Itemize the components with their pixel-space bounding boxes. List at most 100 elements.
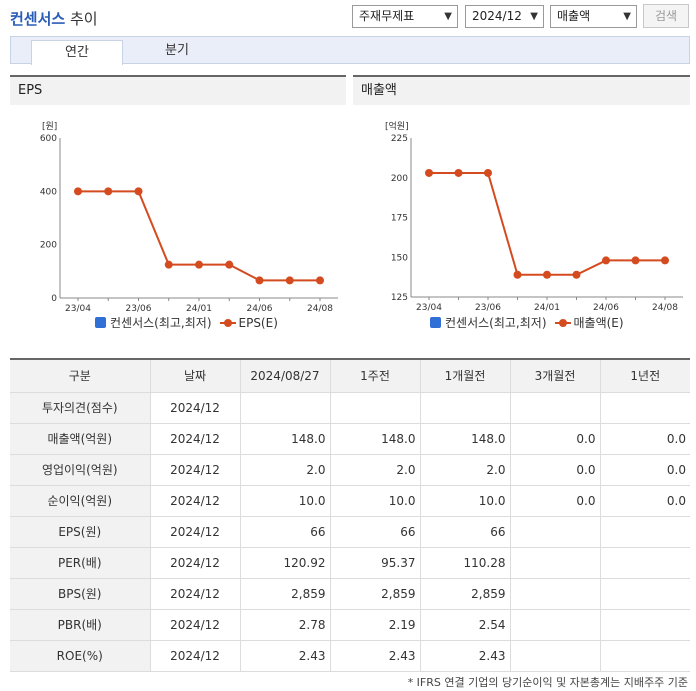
table-cell — [509, 516, 600, 548]
table-cell: 2.43 — [329, 640, 420, 672]
table-cell: 2024/12 — [149, 578, 240, 610]
y-tick-label: 0 — [51, 294, 57, 304]
column-header: 날짜 — [149, 358, 240, 393]
table-row: 순이익(억원) 2024/12 10.0 10.0 10.0 0.0 0.0 — [10, 485, 690, 517]
period-tabs: 연간 분기 — [10, 36, 690, 65]
table-cell: 2.19 — [329, 609, 420, 641]
x-tick-label: 23/04 — [416, 303, 442, 312]
period-select[interactable]: 2024/12 ▼ — [465, 5, 544, 28]
y-tick-label: 600 — [40, 134, 57, 144]
table-row: PBR(배) 2024/12 2.78 2.19 2.54 — [10, 609, 690, 641]
data-point — [134, 187, 143, 196]
data-point — [225, 260, 234, 269]
column-header: 3개월전 — [509, 358, 600, 393]
y-tick-label: 400 — [40, 187, 57, 197]
column-header: 2024/08/27 — [239, 358, 330, 393]
tab-quarterly[interactable]: 분기 — [131, 37, 223, 64]
data-point — [74, 187, 82, 196]
data-point — [255, 276, 264, 285]
table-cell: 66 — [239, 516, 330, 548]
x-tick-label: 24/01 — [534, 303, 560, 312]
x-tick-label: 23/06 — [126, 304, 152, 312]
table-cell: 66 — [329, 516, 420, 548]
table-cell: 0.0 — [599, 454, 690, 486]
series-line — [429, 171, 665, 276]
financial-statement-select[interactable]: 주재무제표 ▼ — [352, 5, 458, 28]
table-cell: 148.0 — [329, 423, 420, 455]
x-tick-label: 24/08 — [652, 303, 678, 312]
table-cell — [599, 547, 690, 579]
data-point — [631, 256, 640, 265]
column-header: 1주전 — [329, 358, 420, 393]
table-cell: 2024/12 — [149, 423, 240, 455]
page-title: 컨센서스 추이 — [10, 8, 98, 29]
table-cell: 120.92 — [239, 547, 330, 579]
page-title-brand: 컨센서스 — [10, 10, 66, 28]
legend-line-swatch — [219, 319, 236, 327]
table-cell: 2024/12 — [149, 609, 240, 641]
y-tick-label: 200 — [40, 241, 57, 251]
table-row: 매출액(억원) 2024/12 148.0 148.0 148.0 0.0 0.0 — [10, 423, 690, 455]
table-cell — [599, 609, 690, 641]
table-cell — [599, 516, 690, 548]
data-point — [454, 168, 463, 177]
data-point — [602, 256, 610, 265]
table-cell: 2,859 — [419, 578, 510, 610]
table-cell: 2.43 — [419, 640, 510, 672]
legend-line-label: 매출액(E) — [573, 316, 624, 330]
metric-select-value: 매출액 — [557, 9, 591, 23]
table-cell: 0.0 — [509, 423, 600, 455]
tab-annual[interactable]: 연간 — [31, 40, 123, 65]
eps-chart: [원] 0 200 400 600 23/04 23/06 24/01 24/06 24/08 — [40, 121, 338, 312]
sales-chart: [억원] 125 150 175 200 225 23/04 23/06 24/01 24/06… — [385, 120, 683, 312]
row-label: 투자의견(점수) — [10, 392, 150, 424]
page-title-rest: 추이 — [69, 10, 98, 28]
x-tick-label: 24/06 — [247, 304, 273, 312]
table-cell: 2.0 — [329, 454, 420, 486]
search-button[interactable]: 검색 — [643, 4, 689, 28]
table-cell: 0.0 — [509, 454, 600, 486]
table-cell: 2024/12 — [149, 485, 240, 517]
table-cell: 0.0 — [509, 485, 600, 517]
footnote: * IFRS 연결 기업의 당기순이익 및 자본총계는 지배주주 기준 — [407, 676, 688, 689]
chevron-down-icon: ▼ — [530, 11, 538, 22]
data-point — [104, 187, 113, 196]
sales-panel-title: 매출액 — [353, 75, 690, 105]
data-point — [513, 270, 522, 279]
table-cell — [419, 392, 510, 424]
table-cell: 2024/12 — [149, 454, 240, 486]
row-label: PER(배) — [10, 547, 150, 579]
table-row: PER(배) 2024/12 120.92 95.37 110.28 — [10, 547, 690, 579]
row-label: 순이익(억원) — [10, 485, 150, 517]
table-cell — [509, 578, 600, 610]
table-cell: 2024/12 — [149, 640, 240, 672]
table-cell: 148.0 — [239, 423, 330, 455]
table-cell — [329, 392, 420, 424]
x-tick-label: 24/08 — [307, 304, 333, 312]
table-cell: 2,859 — [329, 578, 420, 610]
table-cell: 10.0 — [239, 485, 330, 517]
y-tick-label: 225 — [391, 134, 408, 144]
table-cell — [509, 640, 600, 672]
table-cell: 2.0 — [239, 454, 330, 486]
row-label: EPS(원) — [10, 516, 150, 548]
row-label: 영업이익(억원) — [10, 454, 150, 486]
table-cell: 148.0 — [419, 423, 510, 455]
table-cell: 2024/12 — [149, 392, 240, 424]
table-cell: 110.28 — [419, 547, 510, 579]
x-tick-label: 23/04 — [65, 304, 91, 312]
legend-consensus-swatch — [95, 317, 106, 328]
table-cell: 0.0 — [599, 485, 690, 517]
x-tick-label: 23/06 — [475, 303, 501, 312]
data-point — [425, 168, 433, 177]
table-cell — [509, 609, 600, 641]
table-cell — [509, 392, 600, 424]
y-unit-label: [원] — [42, 121, 57, 132]
y-tick-label: 125 — [391, 293, 408, 303]
legend-consensus-label: 컨센서스(최고,최저) — [445, 316, 547, 330]
table-cell — [599, 640, 690, 672]
table-cell — [599, 392, 690, 424]
legend-consensus-label: 컨센서스(최고,최저) — [110, 316, 212, 330]
data-point — [164, 260, 173, 269]
metric-select[interactable]: 매출액 ▼ — [550, 5, 637, 28]
